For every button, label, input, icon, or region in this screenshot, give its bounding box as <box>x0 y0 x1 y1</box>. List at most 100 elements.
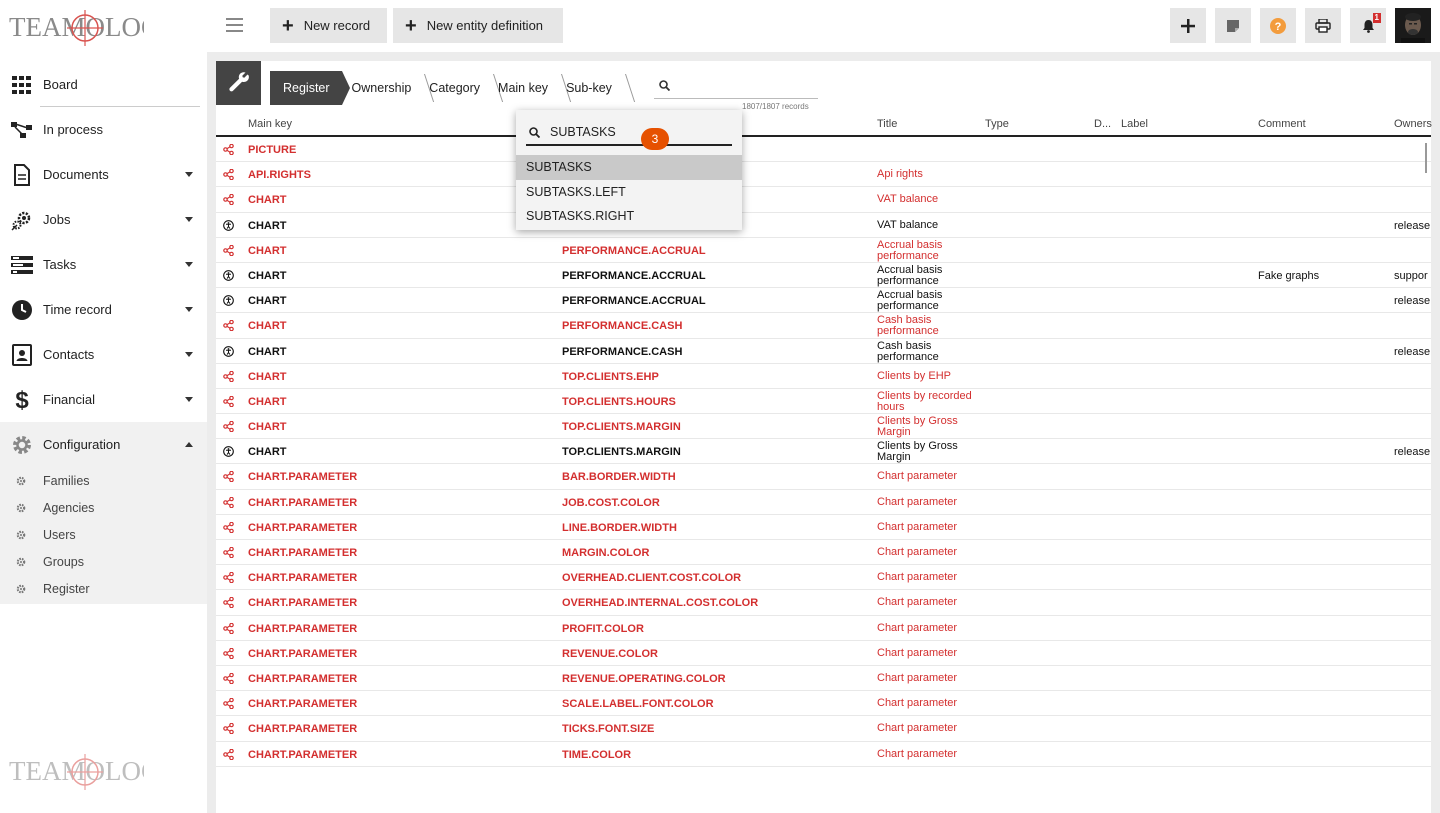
sidebar-item-documents[interactable]: Documents <box>0 152 207 197</box>
subkey-option[interactable]: SUBTASKS <box>516 155 742 180</box>
sidebar-item-financial[interactable]: $ Financial <box>0 377 207 422</box>
accessibility-icon[interactable] <box>223 446 234 458</box>
table-row[interactable]: CHARTBALANCE.VATVAT balancerelease <box>216 213 1431 238</box>
print-button[interactable] <box>1305 8 1341 43</box>
share-icon[interactable] <box>223 471 234 483</box>
sidebar-item-board[interactable]: Board <box>0 62 207 107</box>
share-icon[interactable] <box>223 395 234 408</box>
share-icon[interactable] <box>223 370 234 382</box>
col-title[interactable]: Title <box>877 118 897 130</box>
share-icon[interactable] <box>223 521 234 534</box>
share-icon[interactable] <box>223 647 234 660</box>
sidebar-item-tasks[interactable]: Tasks <box>0 242 207 287</box>
accessibility-icon[interactable] <box>223 219 234 231</box>
table-row[interactable]: CHART.PARAMETER OVERHEAD.INTERNAL.COST.CO… <box>216 590 1431 616</box>
chevron-up-icon[interactable] <box>185 442 193 447</box>
chevron-down-icon[interactable] <box>185 307 193 312</box>
share-icon[interactable] <box>223 194 234 206</box>
col-main-key[interactable]: Main key <box>248 118 292 130</box>
subkey-option[interactable]: SUBTASKS.LEFT <box>516 180 742 205</box>
col-type[interactable]: Type <box>985 118 1009 130</box>
sidebar-item-in-process[interactable]: In process <box>0 107 207 152</box>
table-row[interactable]: CHART.PARAMETER OVERHEAD.CLIENT.COST.COLO… <box>216 565 1431 591</box>
share-icon[interactable] <box>223 546 234 559</box>
config-item-agencies[interactable]: Agencies <box>0 494 207 521</box>
subkey-filter-search[interactable]: SUBTASKS 3 <box>526 120 732 150</box>
table-row[interactable]: CHART TOP.CLIENTS.MARGIN Clients by Gross … <box>216 414 1431 440</box>
share-icon[interactable] <box>223 571 234 584</box>
accessibility-icon[interactable] <box>223 345 234 357</box>
table-row[interactable]: CHART PERFORMANCE.CASH Cash basis performa… <box>216 339 1431 364</box>
note-icon-button[interactable] <box>1215 8 1251 43</box>
table-row[interactable]: CHART PERFORMANCE.ACCRUAL Accrual basis pe… <box>216 288 1431 314</box>
col-owner[interactable]: Owners <box>1394 118 1432 130</box>
add-icon-button[interactable] <box>1170 8 1206 43</box>
menu-toggle-icon[interactable] <box>226 18 243 32</box>
sidebar-item-configuration[interactable]: Configuration <box>0 422 207 467</box>
tools-button[interactable] <box>216 61 261 105</box>
table-row[interactable]: CHART PERFORMANCE.ACCRUAL Accrual basis pe… <box>216 263 1431 289</box>
table-row[interactable]: CHART.PARAMETER TIME.COLOR Chart parameter <box>216 742 1431 767</box>
table-row[interactable]: CHART.PARAMETER REVENUE.COLOR Chart parame… <box>216 641 1431 666</box>
share-icon[interactable] <box>223 622 234 634</box>
table-row[interactable]: CHART.PARAMETER SCALE.LABEL.FONT.COLOR Cha… <box>216 691 1431 717</box>
table-row[interactable]: CHART.PARAMETER REVENUE.OPERATING.COLOR Ch… <box>216 666 1431 692</box>
new-entity-button[interactable]: + New entity definition <box>393 8 563 43</box>
teamology-logo[interactable]: TEAMOLOGY <box>9 8 180 48</box>
col-label[interactable]: Label <box>1121 118 1148 130</box>
config-item-groups[interactable]: Groups <box>0 548 207 575</box>
share-icon[interactable] <box>223 496 234 508</box>
table-row[interactable]: CHART.PARAMETER LINE.BORDER.WIDTH Chart pa… <box>216 515 1431 540</box>
sidebar-item-contacts[interactable]: Contacts <box>0 332 207 377</box>
chevron-down-icon[interactable] <box>185 172 193 177</box>
share-icon[interactable] <box>223 168 234 181</box>
config-item-families[interactable]: Families <box>0 467 207 494</box>
table-row[interactable]: API.RIGHTS Api rights <box>216 162 1431 188</box>
breadcrumb-ownership[interactable]: Ownership <box>342 71 420 105</box>
table-row[interactable]: CHART PERFORMANCE.ACCRUAL Accrual basis pe… <box>216 238 1431 263</box>
table-row[interactable]: CHART PERFORMANCE.CASH Cash basis performa… <box>216 313 1431 339</box>
chevron-down-icon[interactable] <box>185 262 193 267</box>
table-row[interactable]: CHART.PARAMETER MARGIN.COLOR Chart paramet… <box>216 540 1431 566</box>
accessibility-icon[interactable] <box>223 270 234 281</box>
share-icon[interactable] <box>223 723 234 735</box>
subkey-option[interactable]: SUBTASKS.RIGHT <box>516 204 742 229</box>
chevron-down-icon[interactable] <box>185 397 193 402</box>
config-item-users[interactable]: Users <box>0 521 207 548</box>
table-row[interactable]: PICTURE <box>216 137 1431 163</box>
table-row[interactable]: CHART TOP.CLIENTS.EHP Clients by EHP <box>216 364 1431 389</box>
chevron-down-icon[interactable] <box>185 217 193 222</box>
chevron-down-icon[interactable] <box>185 352 193 357</box>
accessibility-icon[interactable] <box>223 295 234 306</box>
notifications-button[interactable]: 1 <box>1350 8 1386 43</box>
breadcrumb-register[interactable]: Register <box>270 71 350 105</box>
table-row[interactable]: CHART VAT balance <box>216 187 1431 213</box>
table-row[interactable]: CHART TOP.CLIENTS.HOURS Clients by recorde… <box>216 389 1431 415</box>
share-icon[interactable] <box>223 748 234 760</box>
table-row[interactable]: CHART.PARAMETER BAR.BORDER.WIDTH Chart par… <box>216 464 1431 490</box>
breadcrumb-main-key[interactable]: Main key <box>488 71 556 105</box>
table-row[interactable]: CHART.PARAMETER JOB.COST.COLOR Chart param… <box>216 490 1431 515</box>
help-button[interactable]: ? <box>1260 8 1296 43</box>
config-item-register[interactable]: Register <box>0 575 207 602</box>
share-icon[interactable] <box>223 244 234 257</box>
share-icon[interactable] <box>223 420 234 433</box>
share-icon[interactable] <box>223 672 234 685</box>
table-row[interactable]: CHART.PARAMETER PROFIT.COLOR Chart paramet… <box>216 616 1431 641</box>
col-d[interactable]: D... <box>1094 118 1111 130</box>
new-record-button[interactable]: + New record <box>270 8 387 43</box>
share-icon[interactable] <box>223 597 234 609</box>
share-icon[interactable] <box>223 697 234 710</box>
user-avatar[interactable] <box>1395 8 1431 43</box>
sidebar-item-time-record[interactable]: Time record <box>0 287 207 332</box>
col-comment[interactable]: Comment <box>1258 118 1306 130</box>
table-scrollbar[interactable] <box>1425 143 1427 173</box>
table-row[interactable]: CHART TOP.CLIENTS.MARGIN Clients by Gross … <box>216 439 1431 465</box>
share-icon[interactable] <box>223 143 234 156</box>
share-icon[interactable] <box>223 320 234 332</box>
records-search[interactable] <box>654 77 818 99</box>
breadcrumb-category[interactable]: Category <box>419 71 488 105</box>
breadcrumb-sub-key[interactable]: Sub-key <box>556 71 620 105</box>
table-row[interactable]: CHART.PARAMETER TICKS.FONT.SIZE Chart para… <box>216 716 1431 742</box>
sidebar-item-jobs[interactable]: Jobs <box>0 197 207 242</box>
